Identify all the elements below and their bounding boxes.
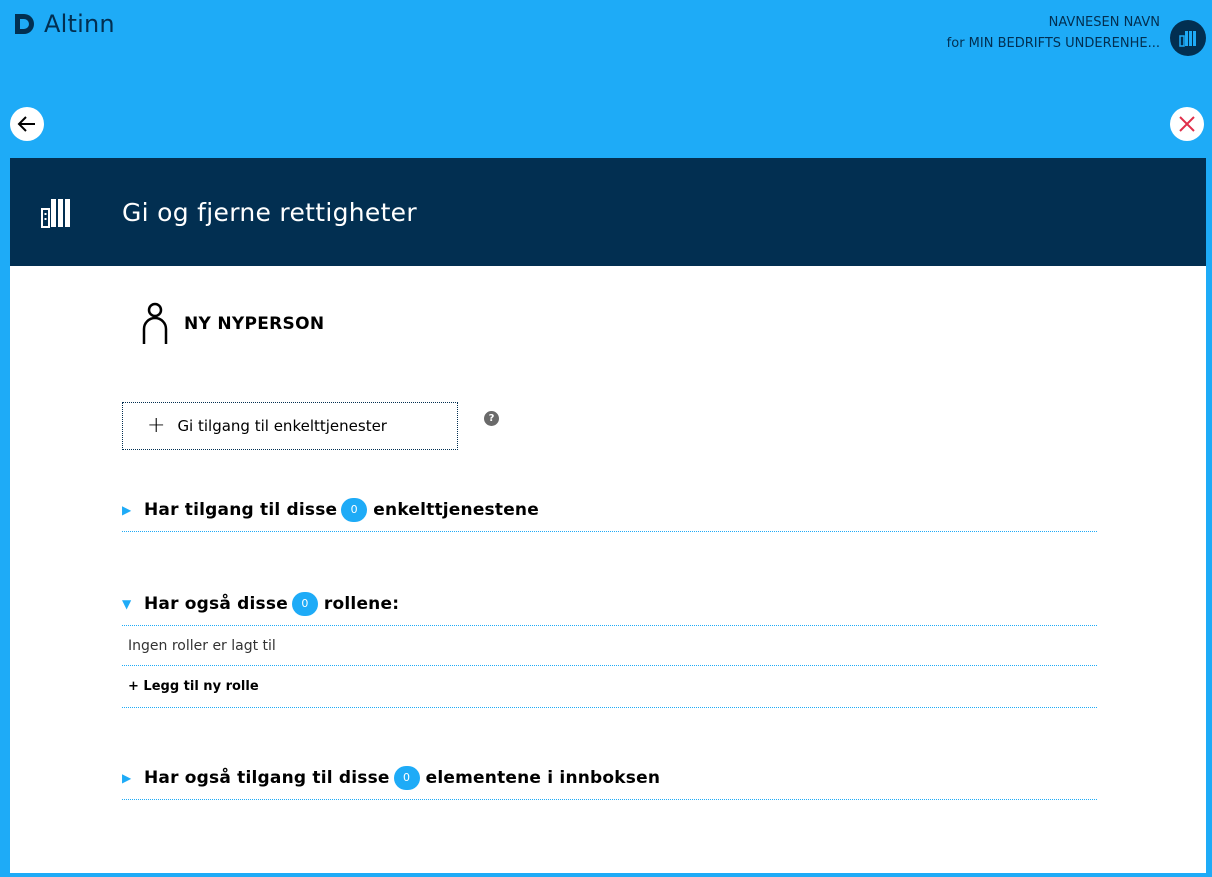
- user-info[interactable]: NAVNESEN NAVN for MIN BEDRIFTS UNDERENHE…: [947, 12, 1160, 54]
- section-suffix: elementene i innboksen: [425, 767, 661, 788]
- section-services: ▶ Har tilgang til disse 0 enkelttjeneste…: [122, 488, 1097, 532]
- section-inbox-toggle[interactable]: ▶ Har også tilgang til disse 0 elementen…: [122, 756, 1097, 800]
- person-name: NY NYPERSON: [184, 314, 325, 334]
- triangle-right-icon: ▶: [122, 770, 132, 785]
- close-button[interactable]: [1170, 107, 1204, 141]
- triangle-right-icon: ▶: [122, 502, 132, 517]
- building-icon: [40, 195, 92, 229]
- user-org: for MIN BEDRIFTS UNDERENHE...: [946, 36, 1160, 51]
- top-bar: Altinn NAVNESEN NAVN for MIN BEDRIFTS UN…: [0, 0, 1212, 100]
- page-title: Gi og fjerne rettigheter: [122, 197, 417, 227]
- person: NY NYPERSON: [140, 302, 324, 346]
- section-roles: ▼ Har også disse 0 rollene: Ingen roller…: [122, 582, 1097, 708]
- section-suffix: enkelttjenestene: [373, 499, 539, 520]
- plus-icon: +: [147, 413, 166, 438]
- section-services-toggle[interactable]: ▶ Har tilgang til disse 0 enkelttjeneste…: [122, 488, 1097, 532]
- count-badge: 0: [341, 497, 368, 522]
- arrow-left-icon: [17, 116, 35, 132]
- triangle-down-icon: ▼: [122, 596, 132, 611]
- building-icon[interactable]: [1170, 20, 1206, 56]
- section-prefix: Har tilgang til disse: [144, 499, 338, 520]
- add-service-label: Gi tilgang til enkelttjenester: [177, 417, 387, 435]
- count-badge: 0: [393, 765, 420, 790]
- close-icon: [1179, 116, 1195, 132]
- person-icon: [142, 302, 168, 344]
- section-prefix: Har også disse: [144, 593, 288, 614]
- count-badge: 0: [291, 591, 318, 616]
- help-icon[interactable]: ?: [484, 411, 499, 426]
- roles-empty-text: Ingen roller er lagt til: [122, 626, 1097, 666]
- section-roles-toggle[interactable]: ▼ Har også disse 0 rollene:: [122, 582, 1097, 626]
- add-role-link[interactable]: + Legg til ny rolle: [122, 666, 1097, 708]
- panel-header: Gi og fjerne rettigheter: [10, 158, 1206, 266]
- section-prefix: Har også tilgang til disse: [144, 767, 390, 788]
- section-inbox: ▶ Har også tilgang til disse 0 elementen…: [122, 756, 1097, 800]
- back-button[interactable]: [10, 107, 44, 141]
- altinn-logo[interactable]: Altinn: [12, 10, 115, 38]
- altinn-logo-icon: [12, 12, 36, 36]
- rights-panel: Gi og fjerne rettigheter NY NYPERSON + G…: [10, 158, 1206, 873]
- section-suffix: rollene:: [323, 593, 400, 614]
- add-service-button[interactable]: + Gi tilgang til enkelttjenester: [122, 402, 458, 450]
- user-name: NAVNESEN NAVN: [1048, 15, 1160, 30]
- app-name: Altinn: [44, 10, 115, 38]
